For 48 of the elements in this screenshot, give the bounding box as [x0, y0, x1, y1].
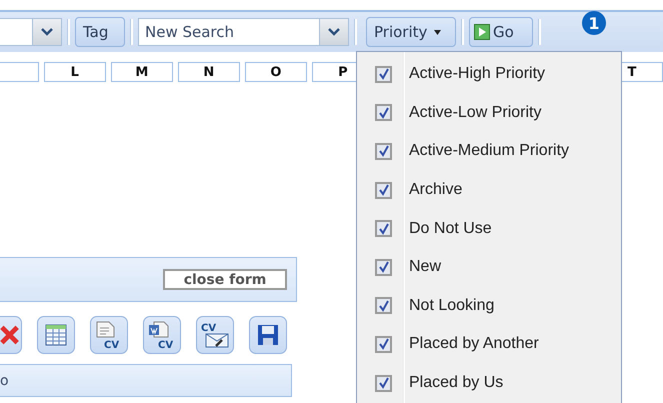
table-icon	[44, 323, 68, 347]
letter-tab[interactable]: N	[178, 62, 240, 82]
menu-item[interactable]: Active-Low Priority	[357, 94, 621, 132]
checkbox[interactable]	[375, 374, 392, 392]
menu-item-label: Active-Low Priority	[409, 104, 542, 122]
delete-button[interactable]	[0, 316, 22, 354]
menu-item-label: Active-High Priority	[409, 65, 546, 84]
bar-text: o	[0, 372, 9, 388]
checkbox[interactable]	[375, 104, 392, 122]
search-dropdown[interactable]: New Search	[138, 18, 349, 46]
letter-tab[interactable]: O	[244, 62, 307, 82]
word-button[interactable]: CV	[143, 316, 181, 354]
priority-button[interactable]: Priority	[366, 17, 456, 47]
save-button[interactable]	[249, 316, 287, 354]
menu-item[interactable]: New	[357, 248, 621, 287]
letter-tab[interactable]: M	[110, 62, 173, 82]
email-button[interactable]: CV	[196, 316, 234, 354]
checkbox[interactable]	[375, 142, 392, 160]
menu-item-label: Placed by Us	[409, 374, 504, 392]
checkbox[interactable]	[375, 182, 392, 199]
menu-item[interactable]: Not Looking	[357, 286, 621, 326]
menu-item[interactable]: Do Not Use	[357, 209, 621, 248]
go-button[interactable]: Go	[469, 17, 533, 47]
checkbox[interactable]	[375, 66, 392, 83]
menu-item-label: New	[409, 258, 442, 276]
menu-item[interactable]: Placed by Us	[357, 364, 621, 402]
checkbox[interactable]	[375, 220, 392, 238]
number-badge: 1	[582, 11, 606, 35]
caret-icon	[434, 30, 442, 34]
menu-item[interactable]: Active-Medium Priority	[357, 132, 621, 171]
close-form-button[interactable]: close form	[163, 269, 287, 290]
menu-item-label: Do Not Use	[409, 220, 492, 238]
menu-item[interactable]: Placed by Another	[357, 325, 621, 364]
dropdown-field[interactable]	[0, 18, 62, 46]
menu-item-label: Placed by Another	[409, 335, 539, 354]
checkbox[interactable]	[375, 297, 392, 314]
menu-item-label: Not Looking	[409, 296, 494, 315]
menu-item-label: Active-Medium Priority	[409, 142, 570, 160]
menu-item-label: Archive	[409, 181, 462, 200]
letter-tab[interactable]: L	[44, 62, 106, 82]
tag-button[interactable]: Tag	[75, 17, 125, 47]
table-button[interactable]	[37, 316, 75, 354]
menu-item[interactable]: Archive	[357, 170, 621, 210]
document-button[interactable]: CV	[90, 316, 128, 354]
cross-icon	[0, 323, 21, 347]
checkbox[interactable]	[375, 258, 392, 276]
checkbox[interactable]	[375, 336, 392, 353]
play-icon	[474, 24, 490, 40]
